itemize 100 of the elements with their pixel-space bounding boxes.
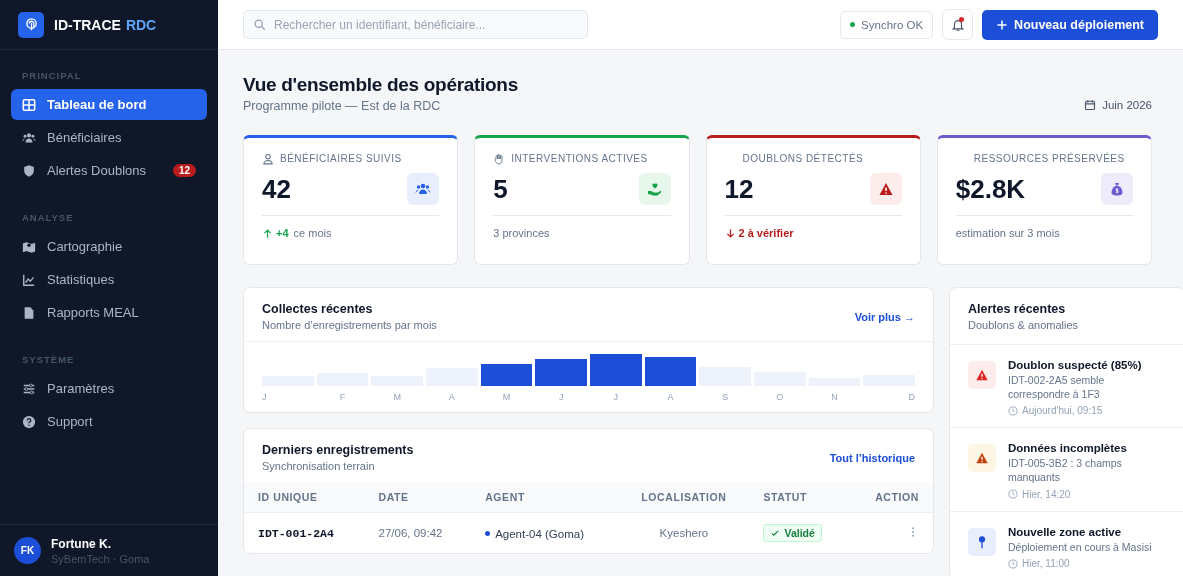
nav-item[interactable]: Support (11, 406, 207, 437)
stat-value: $2.8K (955, 173, 1026, 205)
line-chart-icon (22, 272, 36, 287)
month-label: O (776, 392, 784, 402)
stat-label: INTERVENTIONS ACTIVES (511, 153, 648, 164)
check-icon (770, 528, 781, 538)
count-badge: 12 (172, 164, 196, 177)
shield-icon (22, 163, 36, 178)
map-icon (22, 239, 36, 254)
alert-item[interactable]: Doublon suspecté (85%) IDT-002-2A5 semble correspondre à 1F3 Aujourd'hui, 09:15 (950, 345, 1183, 429)
stat-label: BÉNÉFICIAIRES SUIVIS (280, 153, 402, 164)
nav-item[interactable]: Tableau de bord (11, 89, 207, 120)
grid-icon (22, 97, 36, 112)
plus-icon (996, 18, 1009, 31)
person-icon (262, 152, 274, 165)
alert-text: IDT-005-3B2 : 3 champs manquants (1008, 457, 1123, 485)
search-field[interactable]: Rechercher un identifiant, bénéficiaire... (243, 10, 588, 39)
stat-value: 5 (493, 173, 508, 205)
panel-subtitle: Nombre d’enregistrements par mois (262, 319, 437, 331)
period-label: Juin 2026 (1102, 99, 1152, 111)
agent-cell: Agent-04 (Goma) (485, 527, 584, 540)
user-avatar: FK (14, 537, 41, 564)
nav-section-heading: ANALYSE (21, 211, 75, 225)
clock-icon (1008, 405, 1018, 416)
alert-time: Hier, 11:00 (1022, 558, 1070, 570)
hand-icon (493, 152, 506, 165)
nav-section-heading: PRINCIPAL (21, 69, 83, 83)
money-bag-icon (1109, 181, 1125, 197)
see-more-link[interactable]: Voir plus → (854, 310, 915, 323)
nav-item[interactable]: Statistiques (11, 264, 207, 295)
brand-suffix: RDC (125, 16, 157, 33)
user-name: Fortune K. (51, 536, 112, 551)
month-label: M (393, 392, 401, 402)
users-icon (415, 181, 432, 197)
notifications-button[interactable] (942, 9, 974, 40)
alert-title: Doublon suspecté (85%) (1008, 359, 1143, 371)
nav-item[interactable]: Cartographie (11, 231, 207, 262)
alert-text: Déploiement en cours à Masisi (1008, 540, 1152, 555)
panel-title: Collectes récentes (262, 302, 374, 316)
sync-status: Synchro OK (840, 10, 934, 39)
nav-item[interactable]: Alertes Doublons 12 (11, 155, 207, 186)
month-label: M (502, 392, 511, 402)
alert-time: Hier, 14:20 (1022, 488, 1071, 500)
nav-item[interactable]: Paramètres (11, 373, 207, 404)
month-label: A (667, 392, 674, 402)
stat-note: 3 provinces (493, 227, 550, 239)
panel-title: Alertes récentes (968, 302, 1067, 316)
stat-value: 42 (262, 173, 291, 205)
hand-heart-icon (646, 181, 663, 197)
warning-icon (877, 181, 894, 197)
nav-item[interactable]: Bénéficiaires (11, 122, 207, 153)
alert-title: Données incomplètes (1008, 442, 1128, 455)
arrow-up-icon (262, 227, 273, 239)
alert-time: Aujourd'hui, 09:15 (1022, 405, 1103, 417)
month-label: D (908, 392, 915, 402)
alert-title: Nouvelle zone active (1008, 525, 1123, 538)
column-header: ACTION (849, 482, 933, 513)
brand-name: ID-TRACE (54, 16, 121, 33)
calendar-icon (1084, 99, 1097, 111)
panel-title: Derniers enregistrements (262, 443, 414, 457)
stat-delta: +4 (276, 227, 289, 239)
month-label: F (339, 392, 346, 402)
clock-icon (1008, 558, 1018, 569)
stat-note: estimation sur 3 mois (955, 227, 1060, 239)
document-icon (22, 305, 36, 320)
nav-item[interactable]: Rapports MEAL (11, 297, 207, 328)
panel-subtitle: Synchronisation terrain (262, 460, 376, 472)
stat-value: 12 (724, 173, 754, 205)
nav-section-heading: SYSTÈME (21, 353, 76, 367)
column-header: AGENT (471, 482, 619, 513)
status-badge: Validé (763, 524, 822, 542)
arrow-down-icon (724, 227, 736, 239)
stat-note: ce mois (293, 227, 332, 239)
table-cell: 27/06, 09:42 (364, 512, 472, 553)
table-cell: IDT-001-2A4 (244, 512, 365, 553)
stat-label: DOUBLONS DÉTECTÉS (742, 153, 864, 164)
user-organization: SyBemTech · Goma (51, 552, 150, 565)
alert-item[interactable]: Données incomplètes IDT-005-3B2 : 3 champs manquants Hier, 14:20 (950, 428, 1183, 512)
month-label: S (722, 392, 729, 402)
stat-delta: 2 à vérifier (738, 227, 794, 239)
column-header: DATE (364, 482, 472, 513)
page-subtitle: Programme pilote — Est de la RDC (243, 99, 442, 113)
month-label: N (831, 392, 838, 402)
history-link[interactable]: Tout l’historique (829, 451, 915, 464)
alert-item[interactable]: Nouvelle zone active Déploiement en cours à Masisi Hier, 11:00 (950, 511, 1183, 576)
panel-subtitle: Doublons & anomalies (968, 319, 1079, 331)
column-header: ID UNIQUE (244, 482, 365, 513)
page-title: Vue d'ensemble des opérations (243, 74, 519, 96)
fingerprint-icon (23, 17, 39, 32)
help-icon (22, 414, 36, 429)
month-label: A (448, 392, 455, 402)
bell-icon (950, 17, 965, 32)
month-label: J (613, 392, 619, 402)
table-cell: Kyeshero (618, 512, 750, 553)
month-label: J (262, 392, 267, 402)
alert-text: IDT-002-2A5 semble correspondre à 1F3 (1008, 374, 1106, 402)
new-deployment-button[interactable]: Nouveau déploiement (982, 9, 1158, 40)
column-header: STATUT (749, 482, 850, 513)
stat-label: RESSOURCES PRÉSERVÉES (973, 153, 1125, 164)
clock-icon (1008, 489, 1018, 500)
